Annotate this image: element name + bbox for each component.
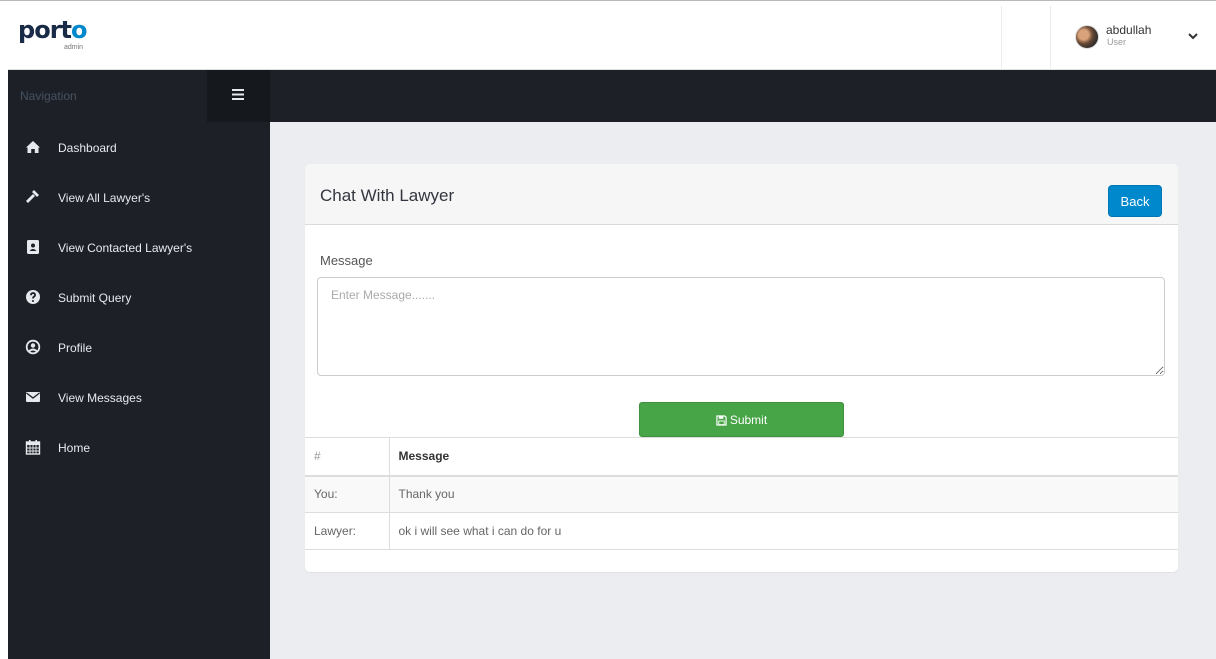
column-header-number: # — [305, 437, 390, 477]
sidebar-title: Navigation — [20, 89, 77, 103]
sidebar-header: Navigation — [8, 70, 270, 122]
window-left-edge — [0, 6, 8, 659]
message-sender: Lawyer: — [305, 512, 390, 550]
avatar[interactable] — [1075, 25, 1099, 49]
logo[interactable]: porto admin — [18, 16, 87, 51]
sidebar-item-view-all-lawyers[interactable]: View All Lawyer's — [8, 172, 270, 222]
messages-table: # Message You: Thank you Lawyer: ok i wi… — [305, 437, 1178, 550]
envelope-icon — [26, 392, 40, 402]
user-circle-icon — [25, 339, 41, 355]
sidebar-item-label: Home — [58, 441, 91, 455]
sidebar-nav: Dashboard View All Lawyer's View Contact… — [8, 122, 270, 472]
sidebar-item-view-messages[interactable]: View Messages — [8, 372, 270, 422]
sidebar-toggle-button[interactable] — [207, 70, 270, 122]
header: porto admin abdullah User — [8, 6, 1216, 70]
message-text: ok i will see what i can do for u — [389, 512, 1178, 550]
gavel-icon — [26, 190, 39, 203]
message-input[interactable] — [317, 277, 1165, 376]
logo-text: porto — [18, 16, 87, 44]
chevron-down-icon[interactable] — [1187, 30, 1199, 42]
sidebar-item-label: Submit Query — [58, 291, 132, 305]
sidebar-item-home[interactable]: Home — [8, 422, 270, 472]
submit-label: Submit — [729, 412, 768, 427]
submit-button[interactable]: Submit — [639, 402, 844, 437]
sidebar-item-label: View Contacted Lawyer's — [58, 241, 193, 255]
page-header-bar — [270, 70, 1216, 122]
panel-header: Chat With Lawyer Back — [305, 164, 1178, 225]
user-role: User — [1107, 37, 1127, 47]
question-circle-icon — [26, 290, 40, 304]
sidebar-item-view-contacted-lawyers[interactable]: View Contacted Lawyer's — [8, 222, 270, 272]
logo-subtitle: admin — [64, 44, 84, 51]
back-button[interactable]: Back — [1108, 185, 1162, 217]
sidebar-item-submit-query[interactable]: Submit Query — [8, 272, 270, 322]
table-row: Lawyer: ok i will see what i can do for … — [305, 512, 1178, 550]
table-header-row: # Message — [305, 437, 1178, 477]
menu-icon — [232, 89, 244, 100]
sidebar-item-profile[interactable]: Profile — [8, 322, 270, 372]
home-icon — [26, 141, 40, 153]
sidebar: Navigation Dashboard View All Lawyer's V… — [8, 70, 270, 659]
sidebar-item-label: Profile — [58, 341, 93, 355]
sidebar-item-label: View All Lawyer's — [58, 191, 151, 205]
address-book-icon — [27, 240, 39, 254]
header-divider — [1001, 6, 1002, 70]
sidebar-item-dashboard[interactable]: Dashboard — [8, 122, 270, 172]
message-label: Message — [320, 253, 373, 268]
message-sender: You: — [305, 475, 390, 513]
save-icon — [716, 414, 727, 426]
column-header-message: Message — [389, 437, 1178, 477]
sidebar-item-label: View Messages — [58, 391, 142, 405]
header-divider — [1050, 6, 1051, 70]
page-title: Chat With Lawyer — [320, 186, 455, 205]
calendar-icon — [25, 440, 41, 455]
chat-panel: Chat With Lawyer Back Message Submit # M… — [305, 164, 1178, 572]
user-name[interactable]: abdullah — [1106, 23, 1151, 37]
message-text: Thank you — [389, 475, 1178, 513]
table-row: You: Thank you — [305, 475, 1178, 513]
sidebar-item-label: Dashboard — [58, 141, 117, 155]
